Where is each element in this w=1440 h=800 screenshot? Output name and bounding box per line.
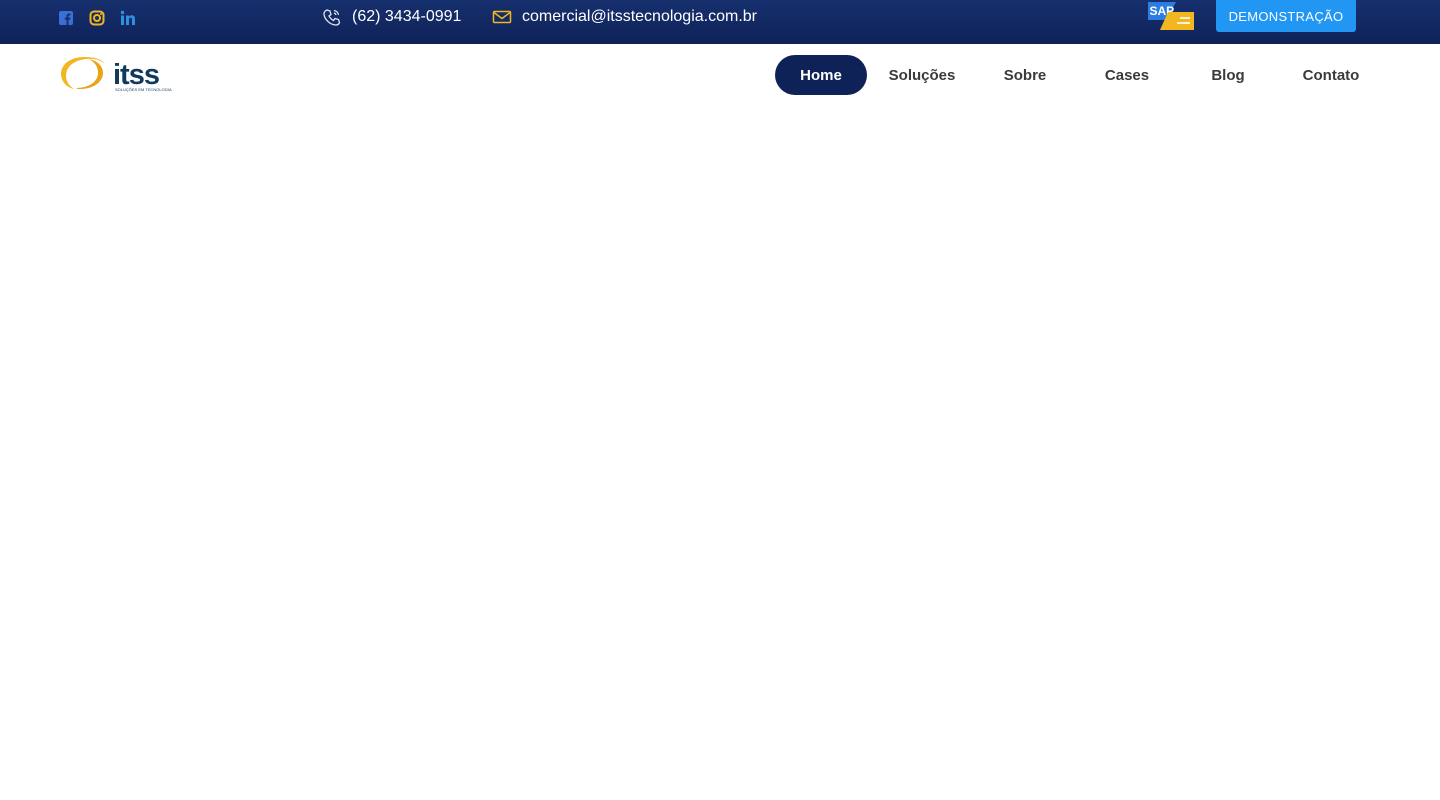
linkedin-icon[interactable] xyxy=(120,10,136,26)
phone-icon xyxy=(322,7,342,27)
email-contact[interactable]: comercial@itsstecnologia.com.br xyxy=(492,6,757,28)
nav-cases[interactable]: Cases xyxy=(1087,55,1167,95)
nav-solucoes[interactable]: Soluções xyxy=(877,55,967,95)
mail-icon xyxy=(492,7,512,27)
demo-button[interactable]: DEMONSTRAÇÃO xyxy=(1216,0,1356,32)
itss-logo[interactable]: itss SOLUÇÕES EM TECNOLOGIA xyxy=(58,54,180,94)
email-address: comercial@itsstecnologia.com.br xyxy=(522,8,757,25)
sap-partner-badge: SAP xyxy=(1148,2,1194,30)
nav-sobre[interactable]: Sobre xyxy=(985,55,1065,95)
logo-tagline: SOLUÇÕES EM TECNOLOGIA xyxy=(115,87,172,92)
phone-number: (62) 3434-0991 xyxy=(352,8,462,25)
nav-contato[interactable]: Contato xyxy=(1290,55,1372,95)
instagram-icon[interactable] xyxy=(89,10,105,26)
phone-contact[interactable]: (62) 3434-0991 xyxy=(322,6,461,28)
facebook-icon[interactable] xyxy=(58,10,74,26)
nav-blog[interactable]: Blog xyxy=(1188,55,1268,95)
nav-home[interactable]: Home xyxy=(775,55,867,95)
top-bar: (62) 3434-0991 comercial@itsstecnologia.… xyxy=(0,0,1440,44)
